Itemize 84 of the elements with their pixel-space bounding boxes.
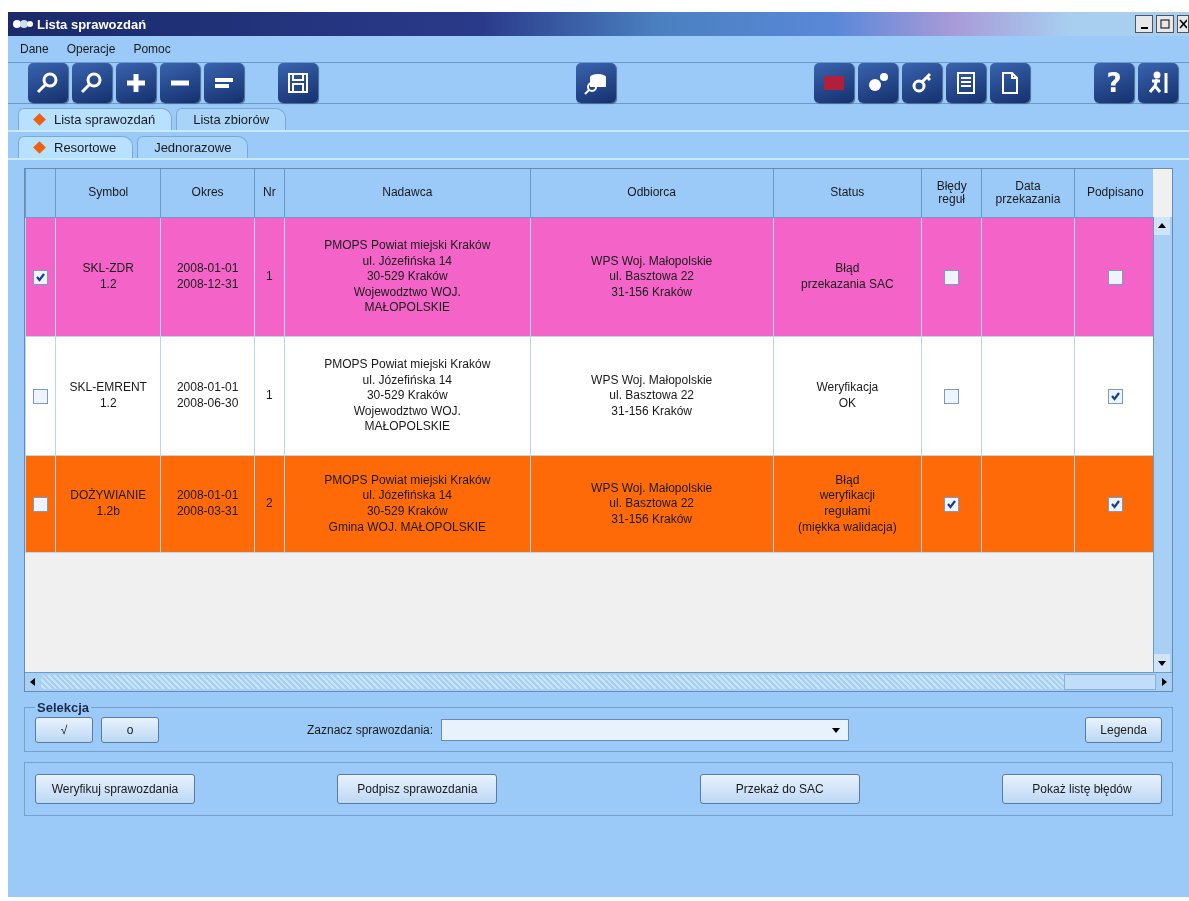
column-header[interactable]: Podpisano <box>1074 169 1153 218</box>
minus-icon <box>169 80 191 86</box>
close-button[interactable] <box>1177 15 1189 33</box>
column-header[interactable]: Nadawca <box>284 169 531 218</box>
column-header[interactable]: Data przekazania <box>981 169 1075 218</box>
table-cell: Weryfikacja OK <box>773 336 922 456</box>
menu-item[interactable]: Dane <box>20 42 49 56</box>
database-search-button[interactable] <box>576 63 616 103</box>
tab[interactable]: Lista zbiorów <box>176 108 287 130</box>
table-cell: 1 <box>254 217 285 337</box>
search-button[interactable] <box>72 63 112 103</box>
column-header[interactable]: Nr <box>254 169 285 218</box>
plus-button[interactable] <box>116 63 156 103</box>
action-button[interactable]: Podpisz sprawozdania <box>337 774 498 804</box>
table-cell: PMOPS Powiat miejski Kraków ul. Józefińska 14 30-529 Kraków Wojewodztwo WOJ. MAŁOPOLSKIE <box>284 217 531 337</box>
checkbox[interactable] <box>33 269 49 285</box>
table-cell: 2 <box>254 455 285 553</box>
table-row[interactable] <box>25 455 1153 553</box>
checkbox[interactable] <box>33 388 49 404</box>
checkbox[interactable] <box>1107 388 1123 404</box>
field-label: Zaznacz sprawozdania: <box>307 723 434 737</box>
table-cell: WPS Woj. Małopolskie ul. Basztowa 22 31-156 Kraków <box>530 217 774 337</box>
minimize-icon <box>1140 27 1148 29</box>
checkbox[interactable] <box>944 269 960 285</box>
minus-button[interactable] <box>160 63 200 103</box>
dropdown-arrow-icon <box>830 725 843 735</box>
table-cell: 2008-01-01 2008-03-31 <box>160 455 255 553</box>
save-icon <box>285 70 311 96</box>
column-header[interactable]: Symbol <box>55 169 161 218</box>
checkbox[interactable] <box>944 496 960 512</box>
checkbox[interactable] <box>33 496 49 512</box>
checkbox[interactable] <box>944 388 960 404</box>
table-cell: SKL-EMRENT 1.2 <box>55 336 161 456</box>
scrollbar-thumb[interactable] <box>1064 674 1156 690</box>
column-header[interactable]: Błędy reguł <box>921 169 982 218</box>
action-button[interactable]: Weryfikuj sprawozdania <box>35 774 195 804</box>
scroll-down-icon <box>1154 654 1170 672</box>
horizontal-scrollbar[interactable] <box>25 672 1172 691</box>
checkbox[interactable] <box>1107 269 1123 285</box>
table-cell: WPS Woj. Małopolskie ul. Basztowa 22 31-156 Kraków <box>530 336 774 456</box>
menu-item[interactable]: Pomoc <box>133 42 171 56</box>
table-cell: 2008-01-01 2008-12-31 <box>160 217 255 337</box>
table-cell: SKL-ZDR 1.2 <box>55 217 161 337</box>
action-button[interactable]: Przekaż do SAC <box>699 774 860 804</box>
table-row[interactable]: SKL-ZDR 1.2 2008-01-01 2008-12-31 1 PMOPS Powiat miejski Kraków ul. Józefińska 14 30-529 Kraków Wojewodztwo WOJ. MAŁOPOLSKIE WPS Woj. Małopolskie ul. Basztowa 22 31-156 Kraków Błąd przekazania SAC <box>25 217 1153 337</box>
equals-button[interactable] <box>204 63 244 103</box>
action-button[interactable]: Pokaż listę błędów <box>1002 774 1162 804</box>
column-header[interactable]: Status <box>773 169 922 218</box>
close-icon <box>1179 19 1187 29</box>
tab[interactable]: Lista sprawozdań <box>18 108 173 130</box>
minimize-button[interactable] <box>1135 15 1153 33</box>
select-button[interactable]: √ <box>35 717 93 743</box>
maximize-button[interactable] <box>1156 15 1174 33</box>
save-button[interactable] <box>278 63 318 103</box>
list-button[interactable] <box>946 63 986 103</box>
window-title: Lista sprawozdań <box>37 16 147 32</box>
tab[interactable]: Resortowe <box>18 136 134 158</box>
table-row[interactable]: SKL-EMRENT 1.2 2008-01-01 2008-06-30 1 PMOPS Powiat miejski Kraków ul. Józefińska 14 30-529 Kraków Wojewodztwo WOJ. MAŁOPOLSKIE WPS Woj. Małopolskie ul. Basztowa 22 31-156 Kraków Weryfikacja OK <box>25 336 1153 456</box>
gears-button[interactable] <box>858 63 898 103</box>
table-cell: Błąd weryfikacji regułami (miękka walidacja) <box>773 455 922 553</box>
table-cell: PMOPS Powiat miejski Kraków ul. Józefińska 14 30-529 Kraków Wojewodztwo WOJ. MAŁOPOLSKIE <box>284 336 531 456</box>
key-button[interactable] <box>902 63 942 103</box>
maximize-icon <box>1160 19 1170 29</box>
dropdown-field[interactable] <box>441 719 850 741</box>
column-header[interactable]: Okres <box>160 169 255 218</box>
zoom-e-button[interactable] <box>28 63 68 103</box>
select-button[interactable]: o <box>101 717 159 743</box>
legend-button[interactable]: Legenda <box>1085 717 1162 743</box>
menu-item[interactable]: Operacje <box>66 42 116 56</box>
table-cell: PMOPS Powiat miejski Kraków ul. Józefińska 14 30-529 Kraków Gmina WOJ. MAŁOPOLSKIE <box>284 455 531 553</box>
table-cell: WPS Woj. Małopolskie ul. Basztowa 22 31-156 Kraków <box>530 455 774 553</box>
group-title: Selekcja <box>36 700 91 715</box>
table-cell: Błąd przekazania SAC <box>773 217 922 337</box>
column-header[interactable]: Odbiorca <box>530 169 774 218</box>
checkbox[interactable] <box>1107 496 1123 512</box>
table-cell: 2008-01-01 2008-06-30 <box>160 336 255 456</box>
table-cell: 1 <box>254 336 285 456</box>
vertical-scrollbar[interactable] <box>1153 217 1172 672</box>
scroll-up-icon <box>1154 217 1170 235</box>
exit-button[interactable] <box>1138 63 1178 103</box>
tab[interactable]: Jednorazowe <box>137 136 249 158</box>
help-button[interactable]: ? <box>1094 63 1134 103</box>
document-button[interactable] <box>990 63 1030 103</box>
table-cell: DOŻYWIANIE 1.2b <box>55 455 161 553</box>
